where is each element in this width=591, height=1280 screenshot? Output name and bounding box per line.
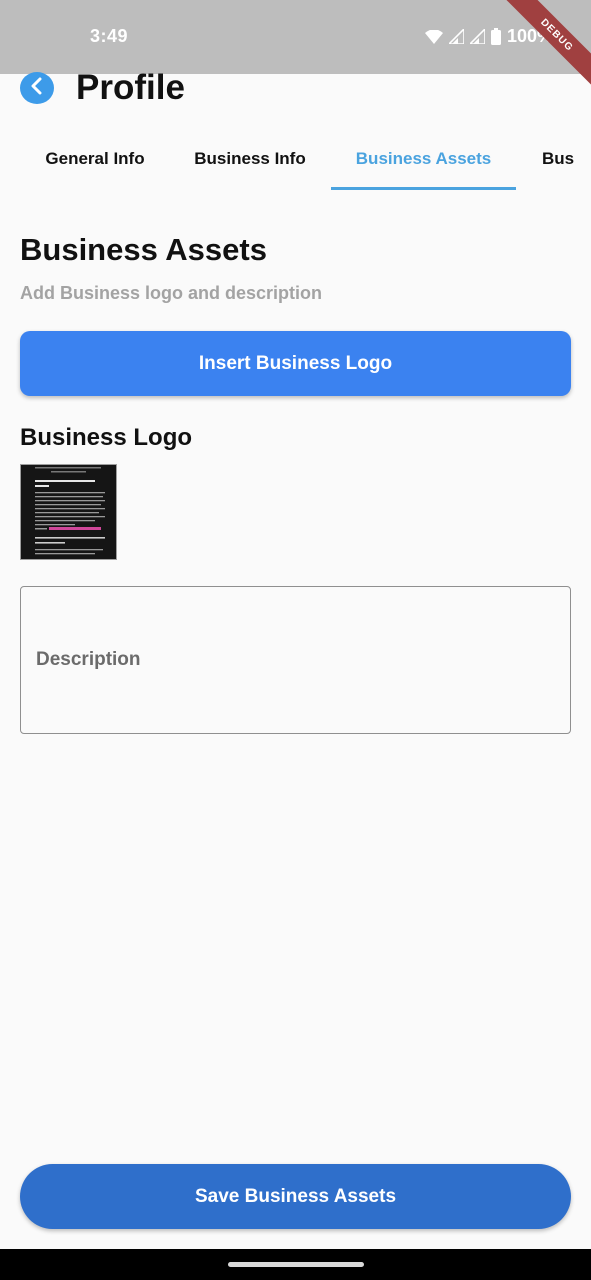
page-title: Profile [76, 68, 185, 107]
chevron-left-icon [29, 77, 45, 100]
logo-label: Business Logo [20, 424, 193, 451]
home-handle[interactable] [228, 1262, 364, 1267]
description-field[interactable]: Description [20, 586, 571, 734]
insert-logo-button[interactable]: Insert Business Logo [20, 331, 571, 396]
tab-business-info[interactable]: Business Info [175, 128, 325, 190]
tab-general-info[interactable]: General Info [20, 128, 170, 190]
wifi-icon [424, 29, 443, 44]
tab-business-assets[interactable]: Business Assets [331, 128, 516, 190]
section-title: Business Assets [20, 232, 267, 267]
battery-icon [490, 28, 501, 45]
tab-business-partial[interactable]: Bus [542, 128, 591, 190]
signal-icon [469, 29, 485, 44]
status-bar: 3:49 100% [0, 0, 591, 74]
description-placeholder: Description [36, 649, 141, 670]
status-time: 3:49 [90, 26, 129, 46]
status-icons: 100% [424, 26, 553, 47]
tab-bar: General Info Business Info Business Asse… [0, 128, 591, 190]
back-button[interactable] [20, 72, 54, 104]
save-business-assets-button[interactable]: Save Business Assets [20, 1164, 571, 1229]
section-subtitle: Add Business logo and description [20, 283, 323, 303]
signal-icon [448, 29, 464, 44]
business-logo-image[interactable] [20, 464, 117, 560]
tab-indicator [331, 187, 516, 190]
logo-image-preview [21, 465, 116, 559]
system-nav-bar [0, 1249, 591, 1280]
